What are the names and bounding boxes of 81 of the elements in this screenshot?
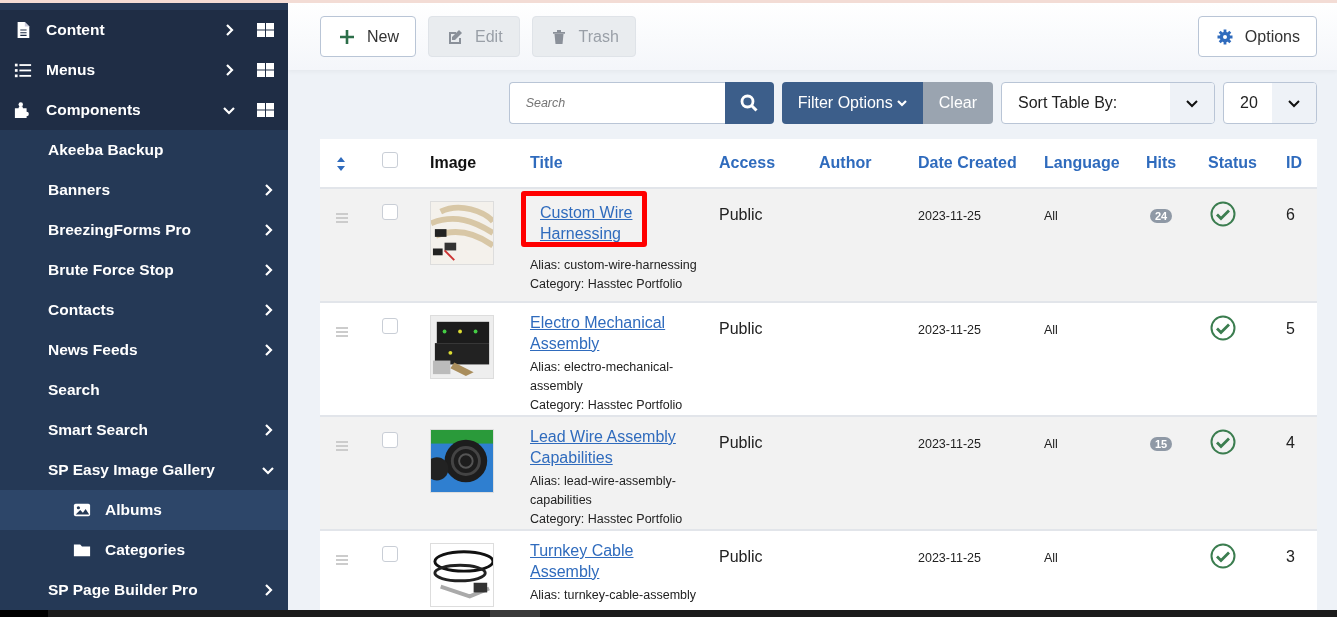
limit-select[interactable]: 20 [1223, 82, 1317, 124]
row-checkbox[interactable] [382, 204, 398, 220]
date-text: 2023-11-25 [918, 551, 981, 565]
sidebar-item[interactable]: BreezingForms Pro [0, 210, 288, 250]
date-text: 2023-11-25 [918, 323, 981, 337]
filter-options-button[interactable]: Filter Options [781, 82, 923, 124]
id-text: 4 [1286, 434, 1295, 451]
column-header: Image [420, 139, 520, 188]
column-header[interactable]: Access [709, 139, 809, 188]
sidebar-item[interactable]: Smart Search [0, 410, 288, 450]
drag-handle-icon [336, 326, 348, 337]
sort-select[interactable]: Sort Table By: [1001, 82, 1215, 124]
select-all-checkbox[interactable] [382, 152, 398, 168]
article-link[interactable]: Custom Wire Harnessing [530, 202, 680, 244]
sidebar-item[interactable]: Components [0, 90, 288, 130]
search-button[interactable] [724, 82, 774, 124]
sidebar-item[interactable]: Brute Force Stop [0, 250, 288, 290]
date-text: 2023-11-25 [918, 209, 981, 223]
options-button[interactable]: Options [1197, 16, 1317, 57]
language-text: All [1044, 323, 1058, 337]
hits-count: 24 [1150, 209, 1173, 223]
hits-count: 15 [1150, 437, 1173, 451]
language-text: All [1044, 551, 1058, 565]
drag-handle-icon [336, 440, 348, 451]
sidebar-item[interactable]: Menus [0, 50, 288, 90]
sidebar-item[interactable]: News Feeds [0, 330, 288, 370]
category-text: Category: Hasstec Portfolio [530, 276, 684, 293]
column-header[interactable]: Language [1034, 139, 1136, 188]
plus-icon [339, 28, 355, 45]
sidebar-item[interactable]: Banners [0, 170, 288, 210]
row-checkbox[interactable] [382, 546, 398, 562]
language-text: All [1044, 437, 1058, 451]
column-header[interactable]: Author [809, 139, 908, 188]
sidebar-item[interactable]: SP Page Builder Pro [0, 570, 288, 610]
caret-icon [896, 98, 907, 108]
sort-icon [336, 155, 346, 172]
category-text: Category: Hasstec Portfolio [530, 511, 684, 528]
list-icon [13, 61, 33, 79]
id-text: 3 [1286, 548, 1295, 565]
trash-icon [550, 28, 567, 45]
row-checkbox[interactable] [382, 432, 398, 448]
alias-text: Alias: turnkey-cable-assembly [530, 587, 698, 604]
dashboard-icon [257, 23, 274, 37]
sidebar-item[interactable]: Contacts [0, 290, 288, 330]
column-header[interactable]: ID [1276, 139, 1317, 188]
access-text: Public [719, 206, 763, 223]
article-link[interactable]: Electro Mechanical Assembly [530, 312, 680, 354]
access-text: Public [719, 320, 763, 337]
column-header[interactable]: Date Created [908, 139, 1034, 188]
access-text: Public [719, 434, 763, 451]
article-link[interactable]: Turnkey Cable Assembly [530, 540, 680, 582]
column-header[interactable]: Title [520, 139, 709, 188]
image-icon [72, 501, 92, 519]
sidebar-item[interactable]: Search [0, 370, 288, 410]
language-text: All [1044, 209, 1058, 223]
article-link[interactable]: Lead Wire Assembly Capabilities [530, 426, 680, 468]
sidebar-item[interactable]: Categories [0, 530, 288, 570]
alias-text: Alias: lead-wire-assembly-capabilities [530, 473, 677, 509]
alias-text: Alias: electro-mechanical-assembly [530, 359, 675, 395]
dashboard-icon [257, 63, 274, 77]
id-text: 6 [1286, 206, 1295, 223]
dashboard-icon [257, 103, 274, 117]
id-text: 5 [1286, 320, 1295, 337]
drag-handle-icon [336, 212, 348, 223]
category-text: Category: Hasstec Portfolio [530, 397, 684, 414]
access-text: Public [719, 548, 763, 565]
drag-handle-icon [336, 554, 348, 565]
sidebar-item[interactable]: Content [0, 10, 288, 50]
date-text: 2023-11-25 [918, 437, 981, 451]
sidebar-item[interactable]: SP Easy Image Gallery [0, 450, 288, 490]
toolbar-button[interactable]: New [320, 16, 416, 57]
column-header[interactable]: Hits [1136, 139, 1198, 188]
search-icon [740, 94, 759, 112]
column-header[interactable]: Status [1198, 139, 1276, 188]
sidebar-item[interactable]: Akeeba Backup [0, 130, 288, 170]
alias-text: Alias: custom-wire-harnessing [530, 257, 698, 274]
settings-icon [1216, 28, 1233, 45]
edit-icon [447, 28, 463, 45]
search-field[interactable]: Search [508, 82, 725, 124]
row-checkbox[interactable] [382, 318, 398, 334]
sidebar-item[interactable]: Albums [0, 490, 288, 530]
